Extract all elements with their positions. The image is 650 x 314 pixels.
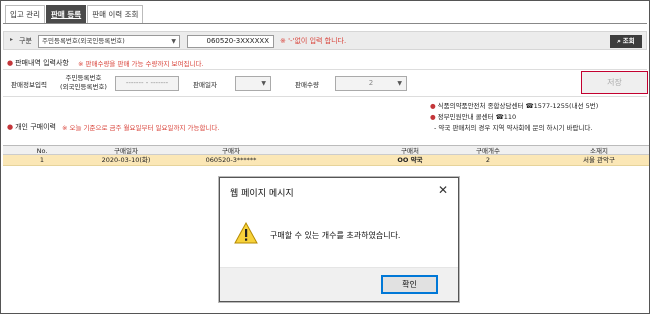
divider [3, 96, 647, 97]
input-hint: ※ '-'없이 입력 합니다. [280, 37, 347, 45]
table-header: No. 구매일자 구매자 구매처 구매개수 소재지 [3, 145, 649, 155]
tab-sales-history[interactable]: 판매 이력 조회 [87, 5, 144, 23]
query-button-label: 조회 [622, 38, 635, 45]
query-button[interactable]: ⌕ 조회 [610, 35, 642, 48]
bullet-icon: ● [7, 123, 14, 131]
purchase-history-note-text: 오늘 기준으로 금주 월요일부터 일요일까지 가능합니다. [69, 124, 220, 132]
sale-date-label: 판매일자 [193, 81, 217, 89]
cell-buyer: 060520-3****** [205, 156, 257, 164]
search-icon: ⌕ [617, 38, 621, 45]
app-frame: 입고 관리 판매 등록 판매 이력 조회 ▸ 구분 주민등록번호(외국인등록번호… [0, 0, 650, 314]
warning-icon [234, 222, 258, 244]
contact-line-1-text: 식품의약품안전처 종합상담센터 ☎1577-1255(내선 5번) [437, 102, 599, 110]
bullet-icon: ● [430, 113, 436, 121]
chevron-down-icon: ▼ [171, 38, 176, 45]
cell-location: 서울 관악구 [583, 156, 615, 164]
input-hint-text: '-'없이 입력 합니다. [288, 37, 347, 45]
quantity-select[interactable]: 2 ▼ [335, 76, 407, 91]
quantity-label: 판매수량 [295, 81, 319, 89]
contact-line-3: - 약국 판매처의 경우 지역 약사회에 문의 하시기 바랍니다. [434, 124, 593, 132]
id-number-input[interactable]: 060520-3XXXXXX [187, 35, 274, 48]
tab-label: 판매 등록 [50, 10, 82, 19]
dialog-title: 웹 페이지 메시지 [230, 189, 294, 199]
tab-label: 판매 이력 조회 [92, 10, 139, 19]
sale-date-picker[interactable]: ▼ [235, 76, 271, 91]
id-type-select[interactable]: 주민등록번호(외국인등록번호) ▼ [38, 35, 180, 48]
divider [3, 69, 647, 70]
chevron-down-icon: ▼ [261, 80, 266, 87]
chevron-down-icon: ▼ [397, 80, 402, 87]
purchase-history-title: ● 개인 구매이력 [7, 122, 56, 132]
tab-divider [3, 23, 647, 24]
tab-sales-registration[interactable]: 판매 등록 [45, 5, 87, 23]
dialog-footer: 확인 [220, 267, 458, 301]
contact-line-2-text: 정부민원안내 콜센터 ☎110 [437, 113, 517, 121]
table-row[interactable]: 1 2020-03-10(화) 060520-3****** OO 약국 2 서… [3, 155, 649, 166]
ok-button[interactable]: 확인 [381, 275, 438, 294]
sales-info-label: 판매정보입력 [11, 81, 47, 89]
purchase-history-table: No. 구매일자 구매자 구매처 구매개수 소재지 1 2020-03-10(화… [3, 145, 649, 166]
purchase-history-note: ※ 오늘 기준으로 금주 월요일부터 일요일까지 가능합니다. [62, 124, 220, 132]
bullet-icon: ● [430, 102, 436, 110]
id-number-label-line2: (외국인등록번호) [60, 83, 107, 91]
tab-stock-management[interactable]: 입고 관리 [5, 5, 45, 23]
bullet-arrow-icon: ▸ [10, 36, 14, 43]
web-page-message-dialog: 웹 페이지 메시지 ✕ 구매할 수 있는 개수를 초과하였습니다. 확인 [219, 177, 459, 302]
close-icon[interactable]: ✕ [438, 183, 448, 197]
tab-bar: 입고 관리 판매 등록 판매 이력 조회 [5, 5, 144, 23]
sales-entry-title-text: 판매내역 입력사항 [15, 59, 69, 67]
save-button[interactable]: 저장 [581, 71, 648, 94]
cell-count: 2 [485, 156, 491, 164]
dialog-message: 구매할 수 있는 개수를 초과하였습니다. [270, 231, 401, 240]
id-number-label: 주민등록번호 (외국인등록번호) [56, 74, 111, 92]
sales-entry-note: ※ 판매수량을 판매 가능 수량까지 보여집니다. [78, 60, 204, 68]
quantity-value: 2 [368, 79, 374, 87]
contact-line-1: ● 식품의약품안전처 종합상담센터 ☎1577-1255(내선 5번) [430, 100, 598, 110]
bullet-icon: ● [7, 59, 14, 67]
purchase-history-title-text: 개인 구매이력 [15, 123, 56, 131]
id-number-label-line1: 주민등록번호 [65, 74, 102, 82]
category-label: 구분 [19, 37, 32, 45]
cell-no: 1 [39, 156, 45, 164]
search-bar: ▸ 구분 주민등록번호(외국인등록번호) ▼ 060520-3XXXXXX ※ … [3, 31, 647, 50]
cell-date: 2020-03-10(화) [101, 156, 151, 164]
contact-line-2: ● 정부민원안내 콜센터 ☎110 [430, 111, 516, 121]
sales-entry-note-text: 판매수량을 판매 가능 수량까지 보여집니다. [85, 60, 204, 68]
sales-entry-title: ● 판매내역 입력사항 [7, 58, 69, 68]
tab-label: 입고 관리 [10, 10, 40, 19]
id-type-value: 주민등록번호(외국인등록번호) [42, 37, 125, 45]
sales-id-field[interactable]: ------- - ------- [115, 76, 179, 91]
